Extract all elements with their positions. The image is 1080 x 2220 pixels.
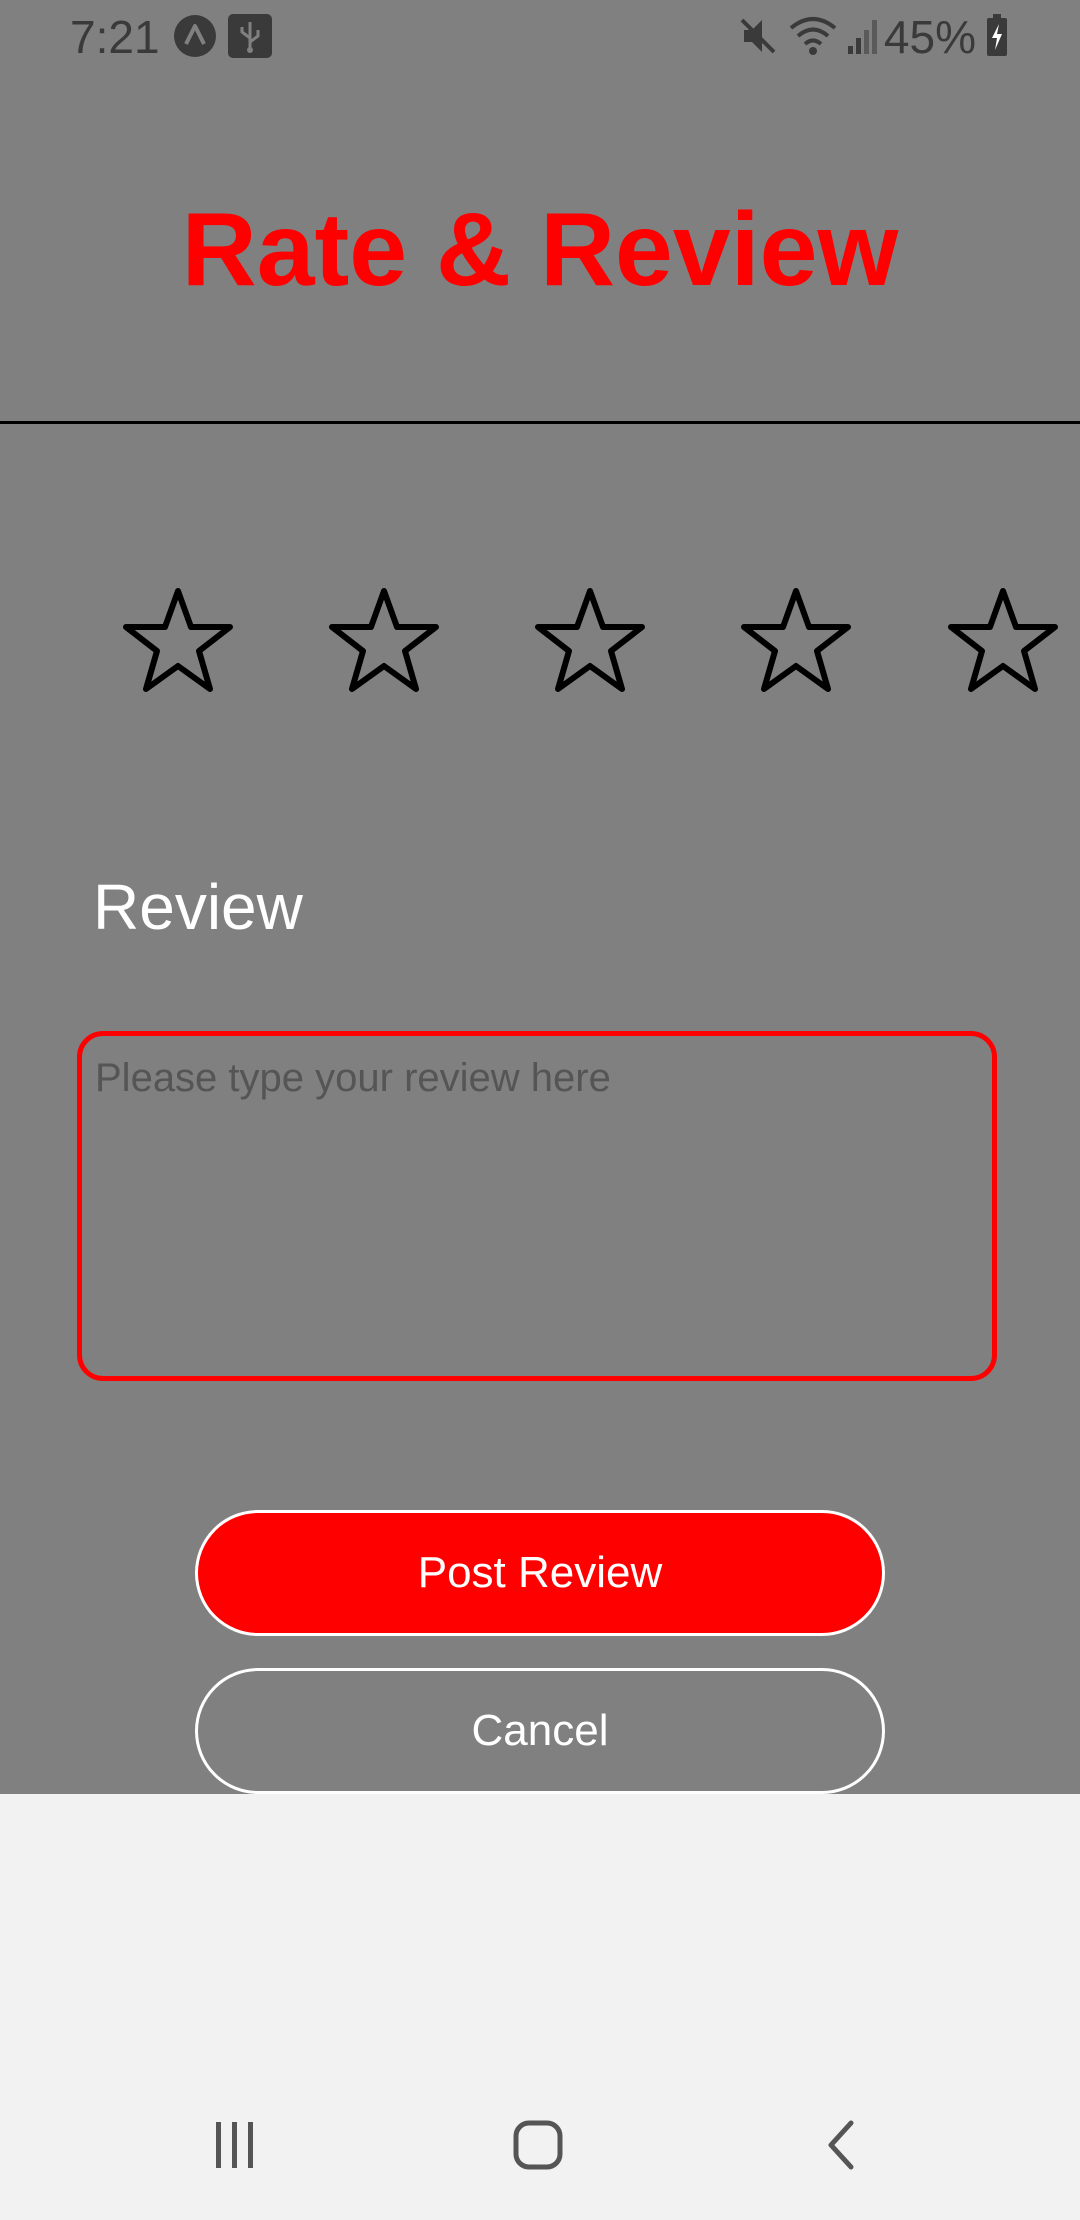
cancel-button[interactable]: Cancel: [195, 1668, 885, 1794]
star-outline-icon: [329, 588, 439, 692]
battery-charging-icon: [986, 14, 1008, 63]
home-button[interactable]: [478, 2090, 598, 2200]
review-label: Review: [93, 871, 303, 943]
star-1-button[interactable]: [118, 585, 238, 697]
back-button[interactable]: [781, 2090, 901, 2200]
navigation-icon: [173, 14, 217, 63]
status-time: 7:21: [70, 11, 160, 63]
usb-icon: [228, 14, 272, 63]
home-icon: [513, 2120, 563, 2170]
star-rating: [0, 585, 1080, 705]
signal-icon: [848, 14, 882, 63]
star-outline-icon: [741, 588, 851, 692]
header-divider: [0, 421, 1080, 424]
app-screen: 7:21 45% Rate & Review Review Please typ…: [0, 0, 1080, 1794]
post-review-button[interactable]: Post Review: [195, 1510, 885, 1636]
star-2-button[interactable]: [324, 585, 444, 697]
star-3-button[interactable]: [530, 585, 650, 697]
recent-apps-button[interactable]: [175, 2090, 295, 2200]
mute-icon: [738, 14, 778, 63]
star-outline-icon: [123, 588, 233, 692]
star-4-button[interactable]: [736, 585, 856, 697]
status-bar: 7:21 45%: [0, 0, 1080, 76]
star-outline-icon: [535, 588, 645, 692]
system-nav-bar: [0, 2090, 1080, 2200]
back-icon: [828, 2120, 854, 2170]
review-input[interactable]: [77, 1031, 997, 1381]
star-outline-icon: [948, 588, 1058, 692]
battery-percentage: 45%: [883, 11, 976, 63]
wifi-icon: [788, 14, 838, 63]
page-title: Rate & Review: [181, 192, 899, 308]
recent-apps-icon: [216, 2122, 253, 2168]
star-5-button[interactable]: [943, 585, 1063, 697]
